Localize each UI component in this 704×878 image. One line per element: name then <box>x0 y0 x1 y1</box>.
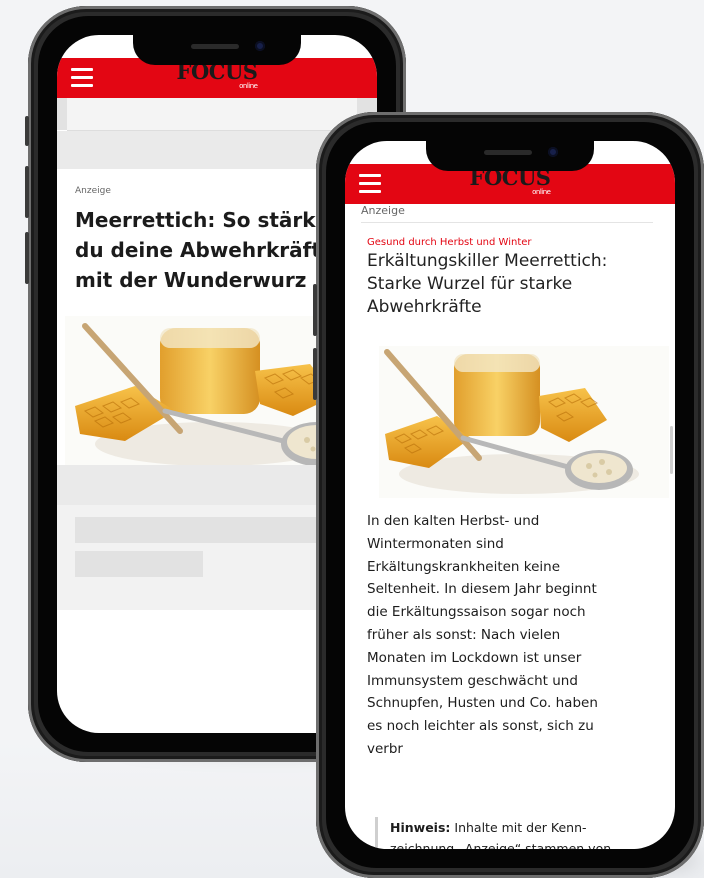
front-phone-screen: FOCUS online Anzeige Gesund durch Herbst… <box>345 141 675 849</box>
front-phone-volume-up <box>313 284 317 336</box>
hamburger-menu-icon[interactable] <box>71 68 93 88</box>
article-kicker: Gesund durch Herbst und Winter <box>367 237 532 248</box>
back-phone-volume-up <box>25 166 29 218</box>
article-image[interactable] <box>379 346 669 498</box>
focus-online-logo[interactable]: FOCUS online <box>470 167 551 197</box>
hint-box: Hinweis: Inhalte mit der Kenn- zeichnung… <box>375 817 675 849</box>
focus-online-logo[interactable]: FOCUS online <box>177 61 258 91</box>
front-phone: FOCUS online Anzeige Gesund durch Herbst… <box>313 112 704 878</box>
anzeige-label: Anzeige <box>75 186 111 196</box>
back-phone-notch <box>133 35 301 65</box>
front-phone-volume-down <box>313 348 317 400</box>
honey-jar-horseradish-image <box>379 346 669 498</box>
back-phone-volume-down <box>25 232 29 284</box>
hint-label: Hinweis: <box>390 820 451 835</box>
skeleton-line-1 <box>75 517 335 543</box>
front-phone-bezel: FOCUS online Anzeige Gesund durch Herbst… <box>326 122 694 868</box>
scrollbar[interactable] <box>670 426 673 474</box>
speaker-grille <box>191 44 239 49</box>
speaker-grille <box>484 150 532 155</box>
article-body: In den kalten Herbst- und Wintermonaten … <box>367 513 598 757</box>
anzeige-label: Anzeige <box>361 204 405 217</box>
skeleton-line-2 <box>75 551 203 577</box>
hamburger-menu-icon[interactable] <box>359 174 381 194</box>
article-headline[interactable]: Erkältungskiller Meerrettich: Starke Wur… <box>367 250 607 319</box>
top-card <box>67 98 357 131</box>
back-phone-side-button <box>25 116 29 146</box>
front-camera-icon <box>548 147 558 157</box>
divider <box>361 222 653 223</box>
front-phone-notch <box>426 141 594 171</box>
front-camera-icon <box>255 41 265 51</box>
